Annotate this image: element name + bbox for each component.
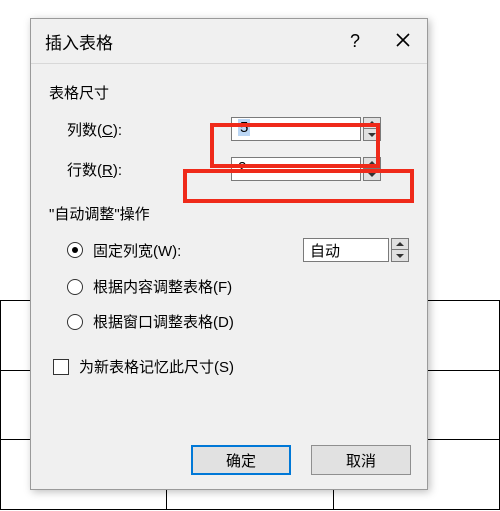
- fixed-width-radio-row[interactable]: 固定列宽(W): 自动: [49, 238, 409, 262]
- columns-input[interactable]: 5: [231, 117, 361, 141]
- help-button[interactable]: ?: [331, 19, 379, 63]
- columns-label: 列数(C):: [49, 119, 167, 140]
- fixed-width-spin-down[interactable]: [391, 250, 409, 262]
- cancel-button-label: 取消: [346, 450, 376, 471]
- fixed-width-radio[interactable]: [67, 242, 83, 258]
- remember-size-label: 为新表格记忆此尺寸(S): [79, 356, 234, 377]
- columns-value: 5: [238, 119, 250, 136]
- fixed-width-value: 自动: [310, 243, 340, 260]
- ok-button-label: 确定: [226, 450, 256, 471]
- help-icon: ?: [350, 31, 360, 52]
- fixed-width-value-input[interactable]: 自动: [303, 238, 389, 262]
- remember-size-row[interactable]: 为新表格记忆此尺寸(S): [53, 356, 409, 377]
- fit-window-radio-row[interactable]: 根据窗口调整表格(D): [49, 311, 409, 332]
- fit-window-label: 根据窗口调整表格(D): [93, 311, 234, 332]
- columns-spin-down[interactable]: [363, 129, 381, 141]
- insert-table-dialog: 插入表格 ? 表格尺寸 列数(C): 5: [30, 18, 428, 490]
- cancel-button[interactable]: 取消: [311, 445, 411, 475]
- rows-spin-up[interactable]: [363, 157, 381, 169]
- autofit-section-label: "自动调整"操作: [49, 203, 409, 224]
- chevron-up-icon: [396, 241, 404, 247]
- rows-label: 行数(R):: [49, 159, 167, 180]
- rows-input[interactable]: 2: [231, 157, 361, 181]
- fit-contents-radio[interactable]: [67, 279, 83, 295]
- fit-contents-label: 根据内容调整表格(F): [93, 276, 232, 297]
- dialog-titlebar: 插入表格 ?: [31, 19, 427, 64]
- dialog-title: 插入表格: [45, 29, 331, 54]
- fit-window-radio[interactable]: [67, 314, 83, 330]
- rows-value: 2: [238, 159, 246, 176]
- remember-size-checkbox[interactable]: [53, 359, 69, 375]
- columns-field: 列数(C): 5: [49, 117, 409, 141]
- close-button[interactable]: [379, 19, 427, 63]
- fit-contents-radio-row[interactable]: 根据内容调整表格(F): [49, 276, 409, 297]
- chevron-up-icon: [368, 120, 376, 126]
- table-size-section-label: 表格尺寸: [49, 82, 409, 103]
- columns-spin-up[interactable]: [363, 117, 381, 129]
- chevron-up-icon: [368, 160, 376, 166]
- ok-button[interactable]: 确定: [191, 445, 291, 475]
- chevron-down-icon: [368, 172, 376, 178]
- close-icon: [396, 31, 410, 52]
- rows-spin-down[interactable]: [363, 169, 381, 181]
- fixed-width-spin-up[interactable]: [391, 238, 409, 250]
- rows-field: 行数(R): 2: [49, 157, 409, 181]
- chevron-down-icon: [396, 253, 404, 259]
- fixed-width-label: 固定列宽(W):: [93, 240, 181, 261]
- chevron-down-icon: [368, 132, 376, 138]
